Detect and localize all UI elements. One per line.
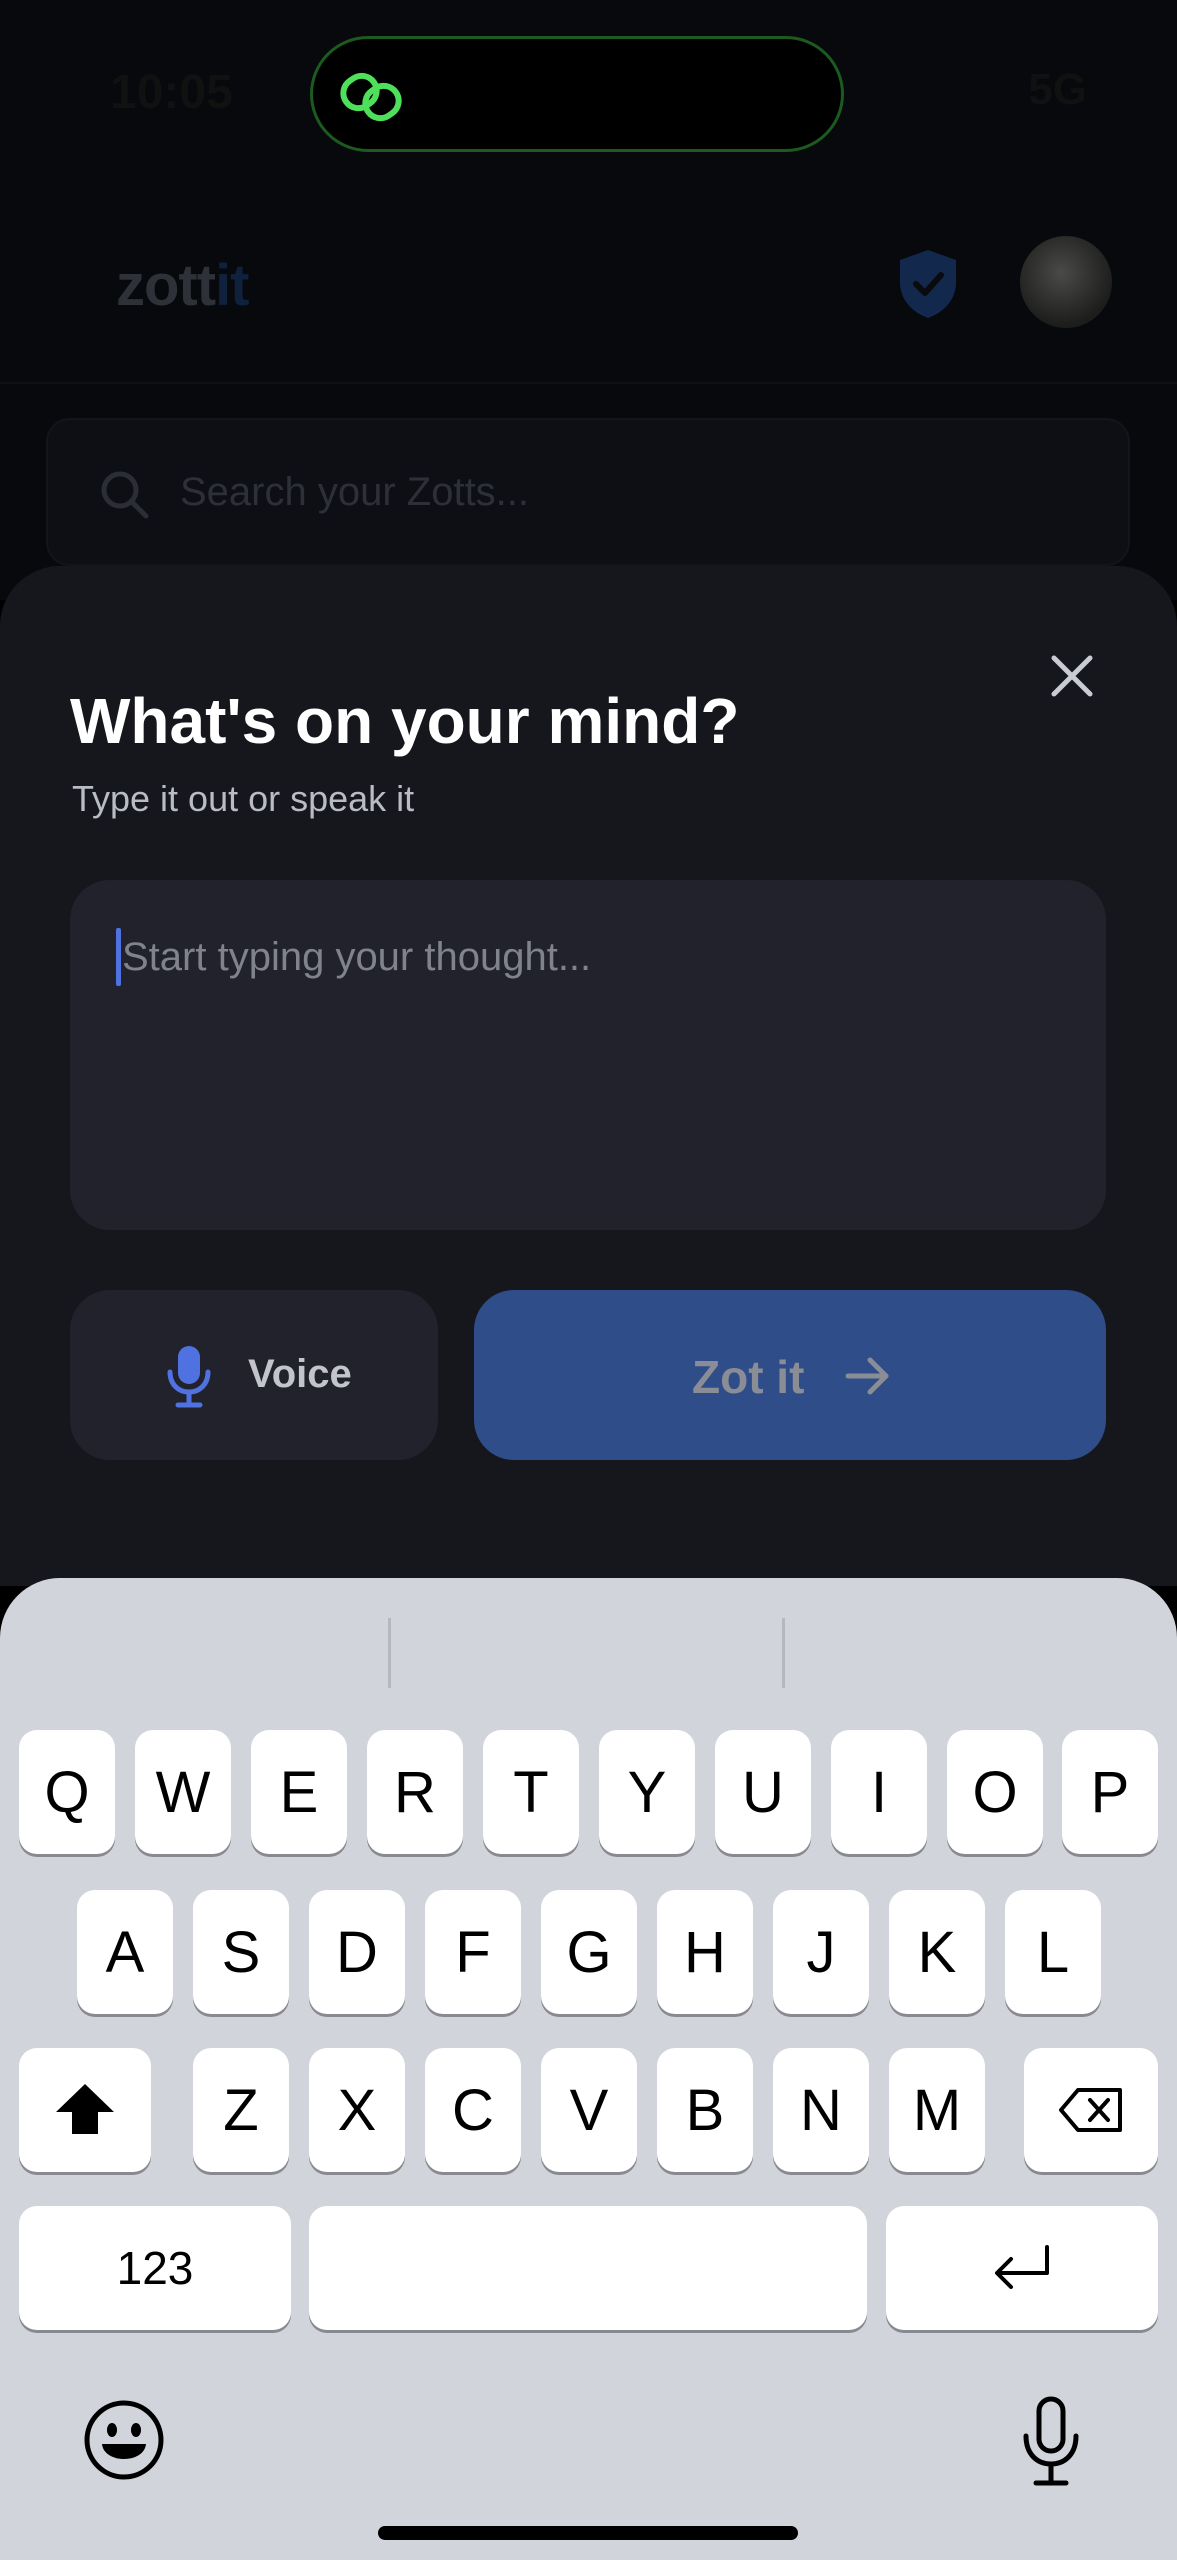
key-b[interactable]: B [657,2048,753,2172]
thought-input[interactable] [122,922,1062,992]
shift-icon [56,2084,114,2134]
text-caret [116,928,121,986]
key-f[interactable]: F [425,1890,521,2014]
key-y[interactable]: Y [599,1730,695,1854]
background-app: 10:05 5G zottit Search your Zotts... [0,0,1177,600]
return-icon [995,2245,1049,2289]
app-logo: zottit [116,253,250,318]
dynamic-island [310,36,844,152]
dictation-mic-icon[interactable] [1020,2396,1082,2488]
key-p[interactable]: P [1062,1730,1158,1854]
arrow-right-icon [845,1357,889,1395]
key-z[interactable]: Z [193,2048,289,2172]
key-u[interactable]: U [715,1730,811,1854]
zot-it-button[interactable]: Zot it [474,1290,1106,1460]
sheet-title: What's on your mind? [70,685,740,757]
keyboard: Q W E R T Y U I O P A S D F G H J K L Z … [0,1578,1177,2560]
key-n[interactable]: N [773,2048,869,2172]
key-j[interactable]: J [773,1890,869,2014]
key-t[interactable]: T [483,1730,579,1854]
key-v[interactable]: V [541,2048,637,2172]
home-indicator [378,2526,798,2540]
app-header: zottit [0,200,1177,384]
suggestion-divider [782,1618,785,1688]
close-icon[interactable] [1040,644,1104,708]
return-key[interactable] [886,2206,1158,2330]
mic-icon [167,1346,211,1408]
key-c[interactable]: C [425,2048,521,2172]
backspace-key[interactable] [1024,2048,1158,2172]
space-key[interactable] [309,2206,867,2330]
search-placeholder: Search your Zotts... [180,470,530,514]
avatar[interactable] [1020,236,1112,328]
key-l[interactable]: L [1005,1890,1101,2014]
numbers-key[interactable]: 123 [19,2206,291,2330]
key-r[interactable]: R [367,1730,463,1854]
shift-key[interactable] [19,2048,151,2172]
key-x[interactable]: X [309,2048,405,2172]
new-thought-sheet: What's on your mind? Type it out or spea… [0,566,1177,1586]
key-d[interactable]: D [309,1890,405,2014]
sheet-subtitle: Type it out or speak it [72,778,415,819]
key-q[interactable]: Q [19,1730,115,1854]
key-w[interactable]: W [135,1730,231,1854]
shield-check-icon[interactable] [896,248,960,320]
search-icon [101,471,149,519]
key-i[interactable]: I [831,1730,927,1854]
key-k[interactable]: K [889,1890,985,2014]
voice-button[interactable]: Voice [70,1290,438,1460]
key-h[interactable]: H [657,1890,753,2014]
link-icon [340,72,402,122]
backspace-icon [1059,2088,1122,2132]
voice-label: Voice [248,1352,352,1396]
search-bar[interactable]: Search your Zotts... [46,418,1130,566]
key-o[interactable]: O [947,1730,1043,1854]
thought-textarea-container[interactable] [70,880,1106,1230]
status-network: 5G [1028,65,1087,114]
key-a[interactable]: A [77,1890,173,2014]
key-m[interactable]: M [889,2048,985,2172]
status-time: 10:05 [110,66,233,119]
suggestion-divider [388,1618,391,1688]
key-g[interactable]: G [541,1890,637,2014]
zot-it-label: Zot it [692,1351,805,1403]
emoji-icon[interactable] [82,2398,166,2482]
key-s[interactable]: S [193,1890,289,2014]
key-e[interactable]: E [251,1730,347,1854]
